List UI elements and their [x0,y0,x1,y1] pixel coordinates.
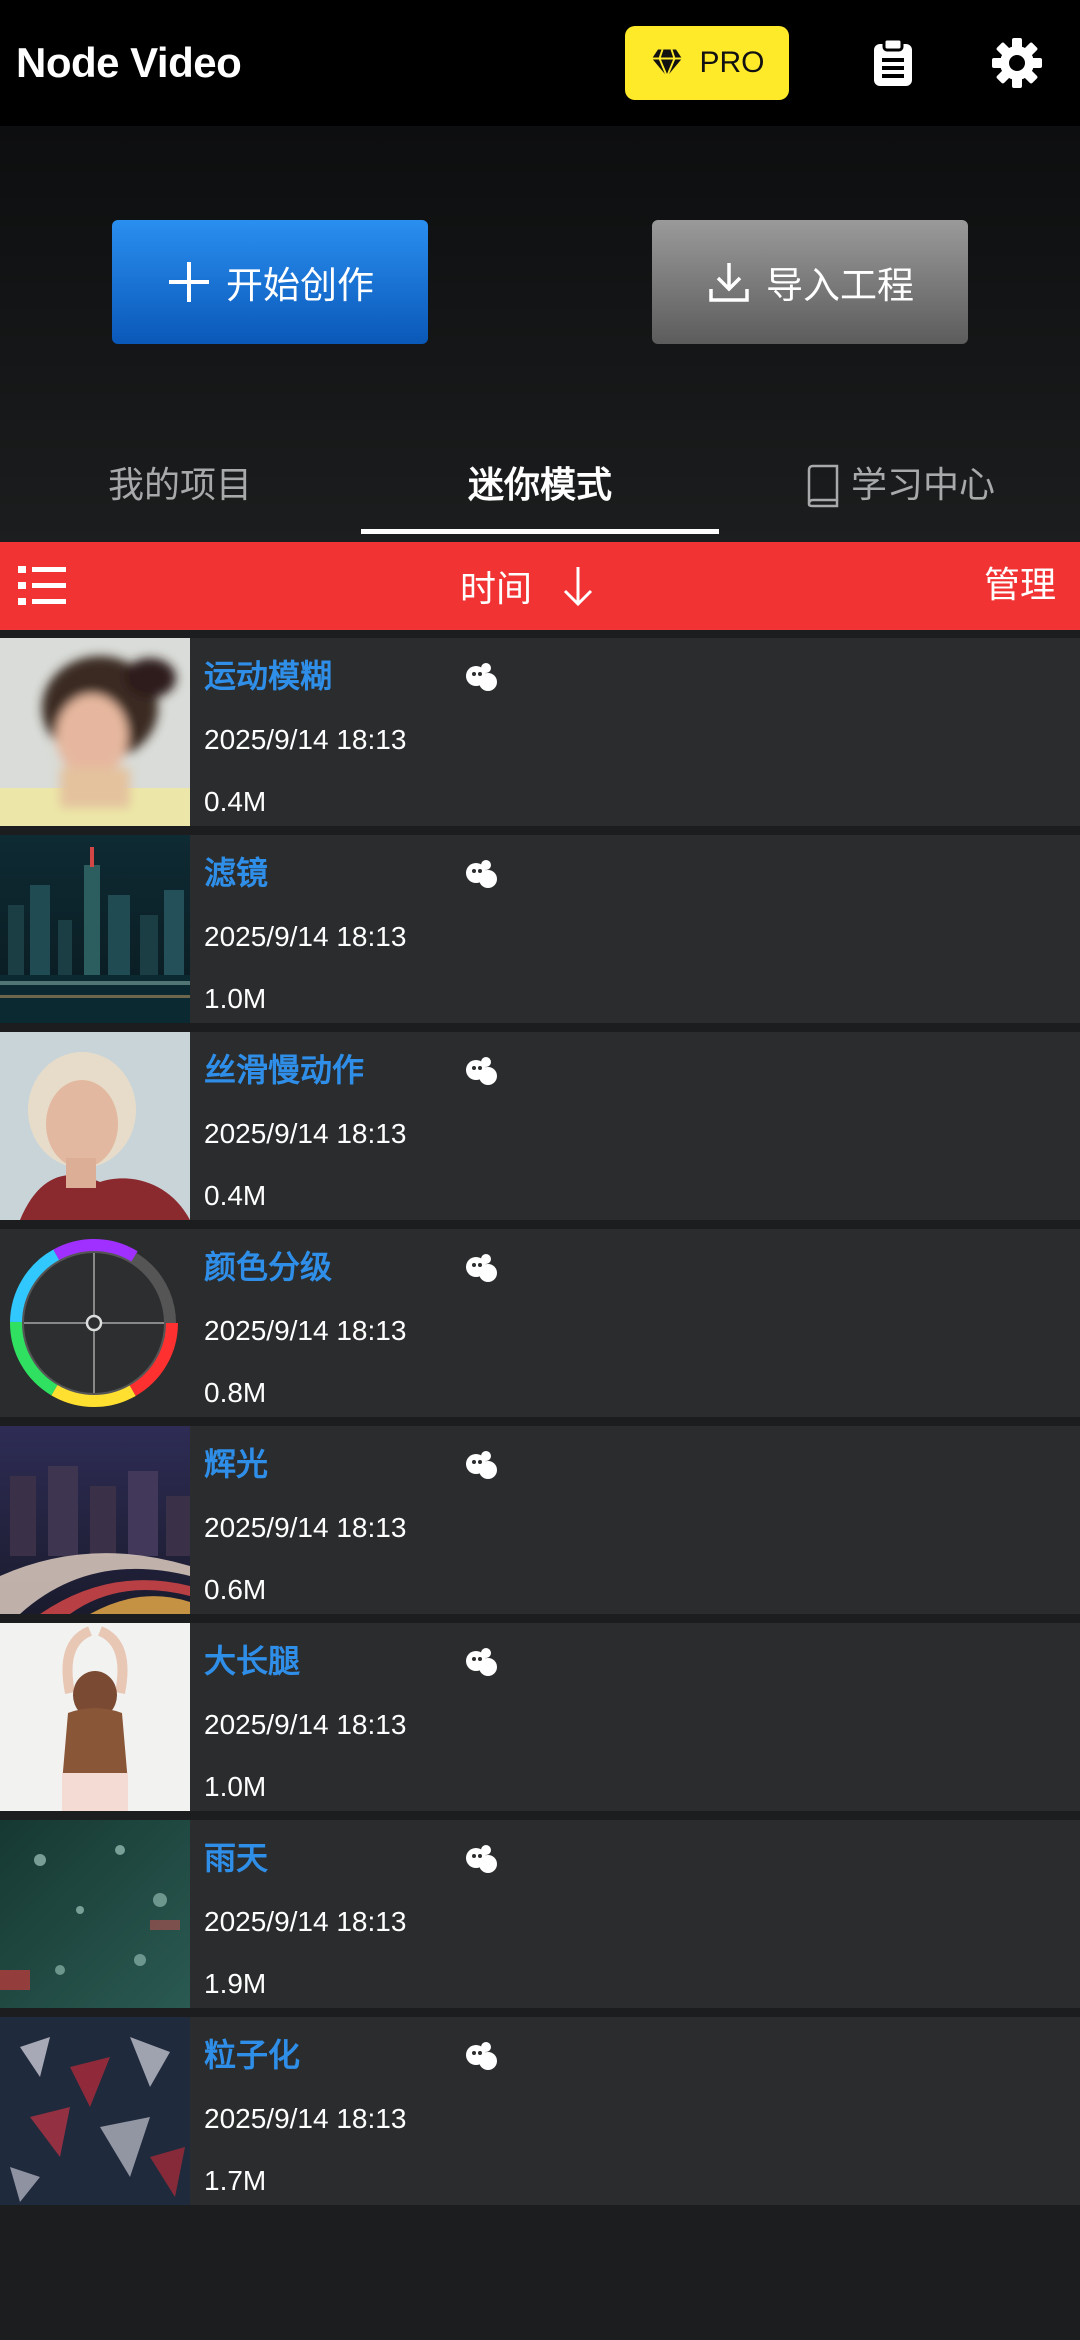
gear-icon [992,38,1042,88]
manage-button[interactable]: 管理 [984,556,1056,616]
sort-bar: 时间 管理 [0,542,1080,630]
item-title: 滤镜 [204,854,269,892]
item-title: 大长腿 [204,1642,301,1680]
mascot-icon [466,1648,497,1676]
sort-by-time-button[interactable]: 时间 [460,556,596,616]
thumbnail [0,2017,190,2205]
item-size: 0.4M [204,786,267,817]
item-size: 1.9M [204,1968,267,1999]
book-icon [807,464,839,508]
import-project-button[interactable]: 导入工程 [652,220,968,344]
item-size: 1.0M [204,1771,267,1802]
list-item[interactable]: 粒子化 2025/9/14 18:13 1.7M [0,2017,1080,2205]
tab-learning-center[interactable]: 学习中心 [720,456,1080,516]
clipboard-button[interactable] [860,30,926,96]
app-root: Node Video PRO 开始创作 导入工程 我的项目 迷你模式 学习中心 … [0,0,1080,2340]
clipboard-icon [874,38,912,86]
item-title: 粒子化 [204,2036,301,2074]
item-title: 运动模糊 [204,657,333,695]
mascot-icon [466,1845,497,1873]
import-project-label: 导入工程 [766,264,914,307]
mascot-icon [466,663,497,691]
plus-icon [169,262,209,302]
tab-my-projects-label: 我的项目 [107,465,252,506]
item-date: 2025/9/14 18:13 [204,921,407,952]
diamond-icon [652,49,683,80]
item-date: 2025/9/14 18:13 [204,1906,407,1937]
mascot-icon [466,1254,497,1282]
item-size: 0.6M [204,1574,267,1605]
list-item[interactable]: 雨天 2025/9/14 18:13 1.9M [0,1820,1080,2008]
settings-button[interactable] [984,30,1050,96]
list-item[interactable]: 滤镜 2025/9/14 18:13 1.0M [0,835,1080,1023]
list-item[interactable]: 丝滑慢动作 2025/9/14 18:13 0.4M [0,1032,1080,1220]
pro-button[interactable]: PRO [625,26,789,100]
thumbnail [0,1623,190,1811]
tab-my-projects[interactable]: 我的项目 [0,456,360,516]
item-date: 2025/9/14 18:13 [204,1315,407,1346]
item-date: 2025/9/14 18:13 [204,1118,407,1149]
tab-learning-center-label: 学习中心 [850,465,995,506]
tab-mini-mode-label: 迷你模式 [467,465,612,506]
start-create-label: 开始创作 [226,264,374,307]
item-title: 雨天 [204,1839,269,1877]
thumbnail [0,1426,190,1614]
item-size: 0.4M [204,1180,267,1211]
mascot-icon [466,1057,497,1085]
app-title: Node Video [16,39,242,86]
mascot-icon [466,2042,497,2070]
tab-mini-mode[interactable]: 迷你模式 [361,456,719,516]
top-bar: Node Video PRO [0,0,1080,126]
list-icon[interactable] [16,562,68,610]
item-title: 颜色分级 [204,1248,333,1286]
thumbnail [0,1229,190,1417]
list-item[interactable]: 颜色分级 2025/9/14 18:13 0.8M [0,1229,1080,1417]
thumbnail [0,1032,190,1220]
thumbnail [0,835,190,1023]
list-item[interactable]: 运动模糊 2025/9/14 18:13 0.4M [0,638,1080,826]
item-title: 辉光 [204,1445,269,1483]
start-create-button[interactable]: 开始创作 [112,220,428,344]
active-tab-indicator [361,529,719,534]
item-size: 1.0M [204,983,267,1014]
list-item[interactable]: 辉光 2025/9/14 18:13 0.6M [0,1426,1080,1614]
sort-label: 时间 [460,569,533,610]
download-icon [709,263,749,302]
mascot-icon [466,860,497,888]
thumbnail [0,1820,190,2008]
item-date: 2025/9/14 18:13 [204,1709,407,1740]
item-title: 丝滑慢动作 [204,1051,365,1089]
item-date: 2025/9/14 18:13 [204,1512,407,1543]
pro-label: PRO [699,46,765,79]
thumbnail [0,638,190,826]
template-list: 运动模糊 2025/9/14 18:13 0.4M 滤镜 2025/9/14 1… [0,638,1080,2214]
list-item[interactable]: 大长腿 2025/9/14 18:13 1.0M [0,1623,1080,1811]
arrow-down-icon [563,567,593,607]
item-size: 1.7M [204,2165,267,2196]
item-date: 2025/9/14 18:13 [204,724,407,755]
item-size: 0.8M [204,1377,267,1408]
item-date: 2025/9/14 18:13 [204,2103,407,2134]
mascot-icon [466,1451,497,1479]
